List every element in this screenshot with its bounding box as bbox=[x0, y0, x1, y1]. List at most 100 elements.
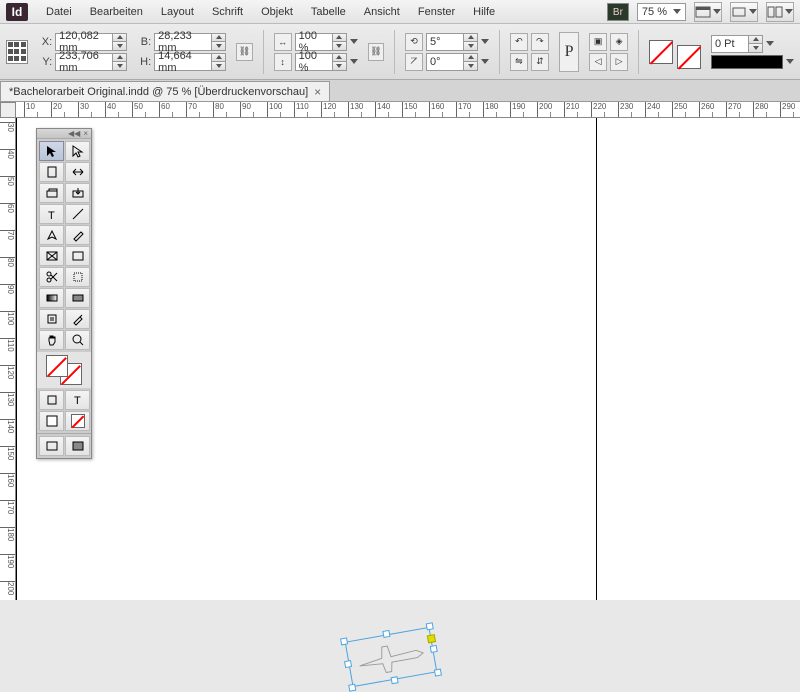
spinner[interactable] bbox=[463, 54, 477, 70]
width-input[interactable]: 28,233 mm bbox=[154, 33, 226, 51]
note-tool[interactable] bbox=[39, 309, 64, 329]
pencil-tool[interactable] bbox=[65, 225, 90, 245]
constrain-proportions-icon[interactable]: ⛓ bbox=[236, 43, 253, 61]
view-options-button[interactable] bbox=[694, 2, 722, 22]
menu-help[interactable]: Hilfe bbox=[465, 3, 503, 21]
menu-layout[interactable]: Layout bbox=[153, 3, 202, 21]
horizontal-ruler[interactable]: 1020304050607080901001101201301401501601… bbox=[16, 102, 800, 118]
zoom-select[interactable]: 75 % bbox=[637, 3, 686, 21]
y-input[interactable]: 233,706 mm bbox=[55, 53, 127, 71]
chevron-down-icon[interactable] bbox=[786, 59, 794, 64]
rectangle-frame-tool[interactable] bbox=[39, 246, 64, 266]
gap-tool[interactable] bbox=[65, 162, 90, 182]
resize-handle[interactable] bbox=[434, 669, 442, 677]
stroke-swatch[interactable] bbox=[677, 45, 701, 69]
select-prev-icon[interactable]: ◁ bbox=[589, 53, 607, 71]
spinner[interactable] bbox=[332, 54, 346, 70]
chevron-down-icon[interactable] bbox=[481, 39, 489, 44]
stroke-weight-input[interactable]: 0 Pt bbox=[711, 35, 763, 53]
fill-swatch[interactable] bbox=[649, 40, 673, 64]
spinner[interactable] bbox=[748, 36, 762, 52]
spinner[interactable] bbox=[211, 54, 225, 70]
select-content-icon[interactable]: ◈ bbox=[610, 33, 628, 51]
menu-view[interactable]: Ansicht bbox=[356, 3, 408, 21]
constrain-scale-icon[interactable]: ⛓ bbox=[368, 43, 385, 61]
rotate-input[interactable]: 5° bbox=[426, 33, 478, 51]
selection-tool[interactable] bbox=[39, 141, 64, 161]
rotate-cw-icon[interactable]: ↷ bbox=[531, 33, 549, 51]
gradient-feather-tool[interactable] bbox=[65, 288, 90, 308]
spinner[interactable] bbox=[211, 34, 225, 50]
page-tool[interactable] bbox=[39, 162, 64, 182]
stroke-style-select[interactable] bbox=[711, 55, 783, 69]
paragraph-indicator-icon: P bbox=[559, 32, 579, 72]
resize-handle[interactable] bbox=[348, 684, 356, 692]
chevron-down-icon[interactable] bbox=[766, 41, 774, 46]
rotate-ccw-icon[interactable]: ↶ bbox=[510, 33, 528, 51]
live-corner-handle[interactable] bbox=[427, 634, 436, 643]
zoom-tool[interactable] bbox=[65, 330, 90, 350]
menu-object[interactable]: Objekt bbox=[253, 3, 301, 21]
chevron-down-icon[interactable] bbox=[481, 59, 489, 64]
menu-file[interactable]: Datei bbox=[38, 3, 80, 21]
line-tool[interactable] bbox=[65, 204, 90, 224]
apply-none-icon[interactable] bbox=[65, 411, 90, 431]
resize-handle[interactable] bbox=[382, 630, 390, 638]
flip-h-icon[interactable]: ⇋ bbox=[510, 53, 528, 71]
chevron-down-icon[interactable] bbox=[350, 39, 358, 44]
menu-font[interactable]: Schrift bbox=[204, 3, 251, 21]
select-next-icon[interactable]: ▷ bbox=[610, 53, 628, 71]
content-collector-tool[interactable] bbox=[39, 183, 64, 203]
spinner[interactable] bbox=[332, 34, 346, 50]
select-container-icon[interactable]: ▣ bbox=[589, 33, 607, 51]
flip-v-icon[interactable]: ⇵ bbox=[531, 53, 549, 71]
close-tab-icon[interactable]: × bbox=[314, 85, 321, 99]
spinner[interactable] bbox=[112, 54, 126, 70]
document-tab[interactable]: *Bachelorarbeit Original.indd @ 75 % [Üb… bbox=[0, 81, 330, 101]
screen-mode-button[interactable] bbox=[730, 2, 758, 22]
menu-edit[interactable]: Bearbeiten bbox=[82, 3, 151, 21]
shear-input[interactable]: 0° bbox=[426, 53, 478, 71]
reference-point-grid[interactable] bbox=[6, 40, 28, 64]
height-input[interactable]: 14,664 mm bbox=[154, 53, 226, 71]
spinner[interactable] bbox=[463, 34, 477, 50]
resize-handle[interactable] bbox=[340, 637, 348, 645]
bridge-button[interactable]: Br bbox=[607, 3, 629, 21]
apply-color-icon[interactable] bbox=[39, 411, 64, 431]
type-tool[interactable]: T bbox=[39, 204, 64, 224]
arrange-button[interactable] bbox=[766, 2, 794, 22]
resize-handle[interactable] bbox=[391, 676, 399, 684]
free-transform-tool[interactable] bbox=[65, 267, 90, 287]
eyedropper-tool[interactable] bbox=[65, 309, 90, 329]
scissors-tool[interactable] bbox=[39, 267, 64, 287]
formatting-container-icon[interactable] bbox=[39, 390, 64, 410]
panel-header[interactable]: ◀◀× bbox=[37, 129, 91, 139]
scale-y-input[interactable]: 100 % bbox=[295, 53, 347, 71]
collapse-icon[interactable]: ◀◀ bbox=[68, 129, 80, 138]
x-input[interactable]: 120,082 mm bbox=[55, 33, 127, 51]
chevron-down-icon[interactable] bbox=[350, 59, 358, 64]
preview-view-icon[interactable] bbox=[65, 436, 90, 456]
menu-table[interactable]: Tabelle bbox=[303, 3, 354, 21]
close-icon[interactable]: × bbox=[83, 129, 88, 138]
vertical-ruler[interactable]: 3040506070809010011012013014015016017018… bbox=[0, 118, 16, 600]
scale-x-input[interactable]: 100 % bbox=[295, 33, 347, 51]
spinner[interactable] bbox=[112, 34, 126, 50]
resize-handle[interactable] bbox=[426, 622, 434, 630]
content-placer-tool[interactable] bbox=[65, 183, 90, 203]
resize-handle[interactable] bbox=[344, 660, 352, 668]
resize-handle[interactable] bbox=[430, 645, 438, 653]
normal-view-icon[interactable] bbox=[39, 436, 64, 456]
formatting-text-icon[interactable]: T bbox=[65, 390, 90, 410]
direct-selection-tool[interactable] bbox=[65, 141, 90, 161]
fill-color[interactable] bbox=[46, 355, 68, 377]
canvas[interactable] bbox=[16, 118, 800, 600]
tools-panel: ◀◀× T T bbox=[36, 128, 92, 459]
gradient-swatch-tool[interactable] bbox=[39, 288, 64, 308]
rectangle-tool[interactable] bbox=[65, 246, 90, 266]
hand-tool[interactable] bbox=[39, 330, 64, 350]
selected-object[interactable] bbox=[345, 627, 438, 687]
pen-tool[interactable] bbox=[39, 225, 64, 245]
menu-window[interactable]: Fenster bbox=[410, 3, 463, 21]
ruler-origin[interactable] bbox=[0, 102, 16, 118]
